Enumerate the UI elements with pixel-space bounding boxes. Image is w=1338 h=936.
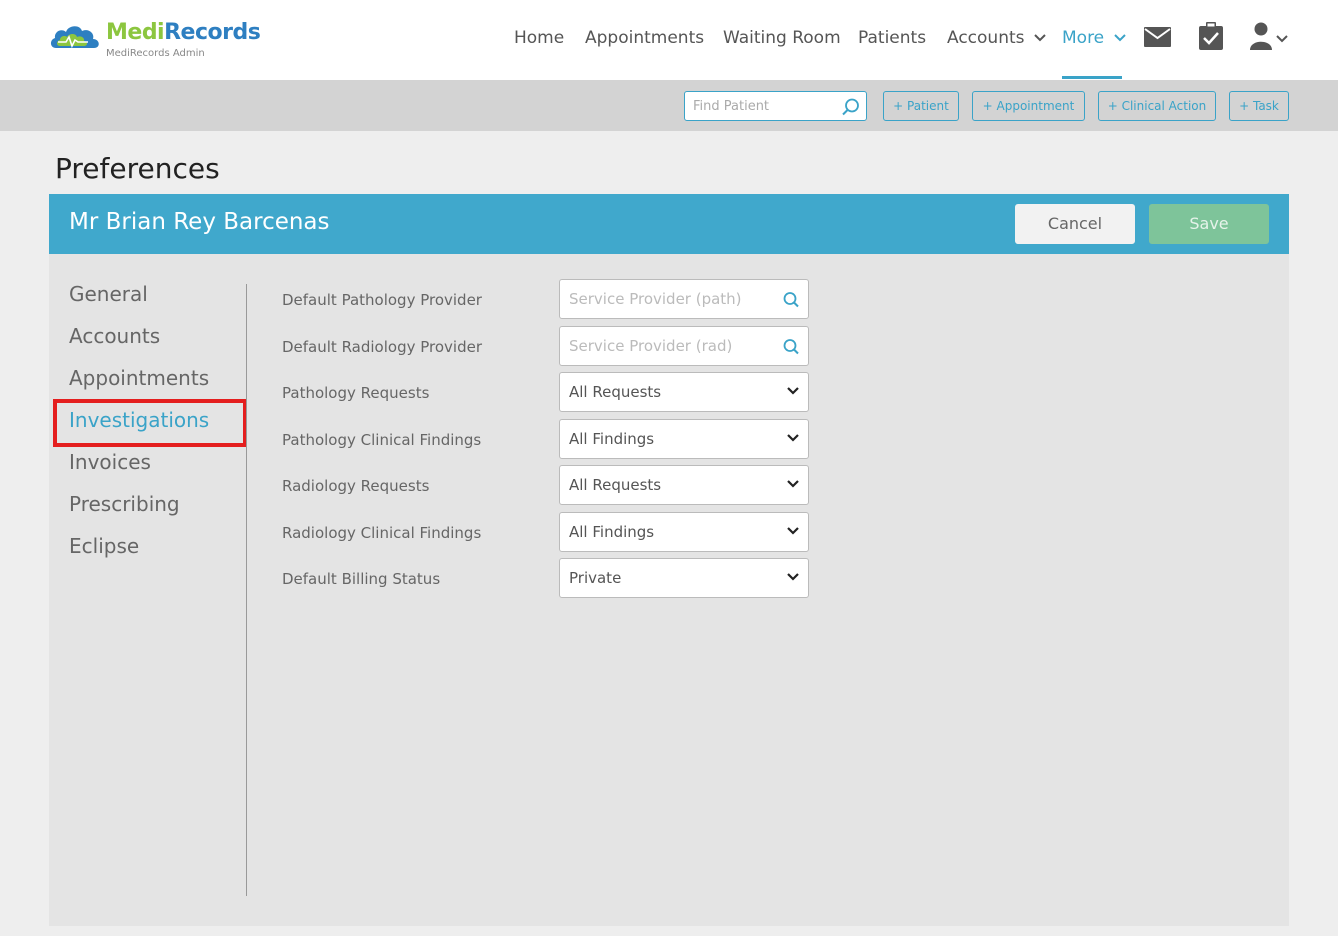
chevron-down-icon bbox=[787, 480, 799, 488]
nav-home[interactable]: Home bbox=[514, 28, 564, 52]
patient-header: Mr Brian Rey Barcenas Cancel Save bbox=[49, 194, 1289, 254]
radiology-clinical-findings-label: Radiology Clinical Findings bbox=[282, 524, 482, 542]
default-billing-status-value: Private bbox=[569, 569, 622, 587]
chevron-down-icon bbox=[787, 387, 799, 395]
default-billing-status-label: Default Billing Status bbox=[282, 570, 441, 588]
radiology-provider-placeholder: Service Provider (rad) bbox=[569, 337, 733, 355]
preferences-panel: General Accounts Appointments Investigat… bbox=[49, 254, 1289, 926]
mail-icon[interactable] bbox=[1144, 27, 1171, 47]
pathology-clinical-findings-label: Pathology Clinical Findings bbox=[282, 431, 482, 449]
brand-name: MediRecords bbox=[106, 20, 261, 45]
medirecords-logo[interactable]: MediRecords MediRecords Admin bbox=[48, 20, 261, 62]
find-patient-input[interactable] bbox=[685, 92, 835, 120]
search-icon[interactable] bbox=[782, 291, 800, 309]
add-clinical-action-button[interactable]: + Clinical Action bbox=[1098, 91, 1216, 121]
nav-appointments[interactable]: Appointments bbox=[585, 28, 704, 52]
save-button[interactable]: Save bbox=[1149, 204, 1269, 244]
search-icon[interactable] bbox=[782, 338, 800, 356]
radiology-requests-label: Radiology Requests bbox=[282, 477, 430, 495]
sidebar-item-eclipse[interactable]: Eclipse bbox=[69, 534, 139, 558]
chevron-down-icon[interactable] bbox=[1276, 35, 1288, 43]
nav-waiting-room[interactable]: Waiting Room bbox=[723, 28, 841, 52]
top-navbar: MediRecords MediRecords Admin Home Appoi… bbox=[0, 0, 1338, 80]
search-icon[interactable] bbox=[842, 98, 860, 116]
brand-subtitle: MediRecords Admin bbox=[106, 48, 205, 59]
nav-accounts[interactable]: Accounts bbox=[947, 28, 1046, 52]
sidebar-item-accounts[interactable]: Accounts bbox=[69, 324, 160, 348]
find-patient-box[interactable] bbox=[684, 91, 867, 121]
sidebar-item-appointments[interactable]: Appointments bbox=[69, 366, 209, 390]
nav-more[interactable]: More bbox=[1062, 28, 1126, 52]
chevron-down-icon bbox=[787, 573, 799, 581]
nav-active-underline bbox=[1062, 76, 1122, 79]
pathology-requests-value: All Requests bbox=[569, 383, 662, 401]
sidebar-divider bbox=[246, 284, 247, 896]
add-patient-button[interactable]: + Patient bbox=[883, 91, 959, 121]
nav-accounts-label: Accounts bbox=[947, 28, 1025, 48]
chevron-down-icon bbox=[787, 434, 799, 442]
sidebar-item-prescribing[interactable]: Prescribing bbox=[69, 492, 180, 516]
chevron-down-icon bbox=[1034, 34, 1046, 42]
chevron-down-icon bbox=[787, 527, 799, 535]
pathology-provider-placeholder: Service Provider (path) bbox=[569, 290, 742, 308]
add-task-button[interactable]: + Task bbox=[1229, 91, 1289, 121]
pathology-requests-label: Pathology Requests bbox=[282, 384, 430, 402]
radiology-clinical-findings-value: All Findings bbox=[569, 523, 655, 541]
cancel-button[interactable]: Cancel bbox=[1015, 204, 1135, 244]
add-appointment-button[interactable]: + Appointment bbox=[972, 91, 1085, 121]
radiology-requests-select[interactable]: All Requests bbox=[559, 465, 809, 505]
nav-patients[interactable]: Patients bbox=[858, 28, 926, 52]
default-radiology-provider-label: Default Radiology Provider bbox=[282, 338, 482, 356]
clipboard-check-icon[interactable] bbox=[1199, 22, 1223, 50]
patient-name: Mr Brian Rey Barcenas bbox=[69, 209, 330, 235]
default-billing-status-select[interactable]: Private bbox=[559, 558, 809, 598]
pathology-clinical-findings-value: All Findings bbox=[569, 430, 655, 448]
investigations-highlight bbox=[53, 399, 247, 447]
pathology-requests-select[interactable]: All Requests bbox=[559, 372, 809, 412]
default-radiology-provider-field[interactable]: Service Provider (rad) bbox=[559, 326, 809, 366]
default-pathology-provider-field[interactable]: Service Provider (path) bbox=[559, 279, 809, 319]
user-icon[interactable] bbox=[1250, 22, 1272, 50]
cloud-logo-icon bbox=[50, 26, 99, 49]
pathology-clinical-findings-select[interactable]: All Findings bbox=[559, 419, 809, 459]
chevron-down-icon bbox=[1113, 34, 1126, 42]
page-title: Preferences bbox=[55, 152, 220, 185]
nav-more-label: More bbox=[1062, 28, 1105, 48]
sidebar-item-general[interactable]: General bbox=[69, 282, 148, 306]
radiology-clinical-findings-select[interactable]: All Findings bbox=[559, 512, 809, 552]
radiology-requests-value: All Requests bbox=[569, 476, 662, 494]
default-pathology-provider-label: Default Pathology Provider bbox=[282, 291, 482, 309]
action-toolbar: + Patient + Appointment + Clinical Actio… bbox=[0, 80, 1338, 131]
sidebar-item-invoices[interactable]: Invoices bbox=[69, 450, 151, 474]
